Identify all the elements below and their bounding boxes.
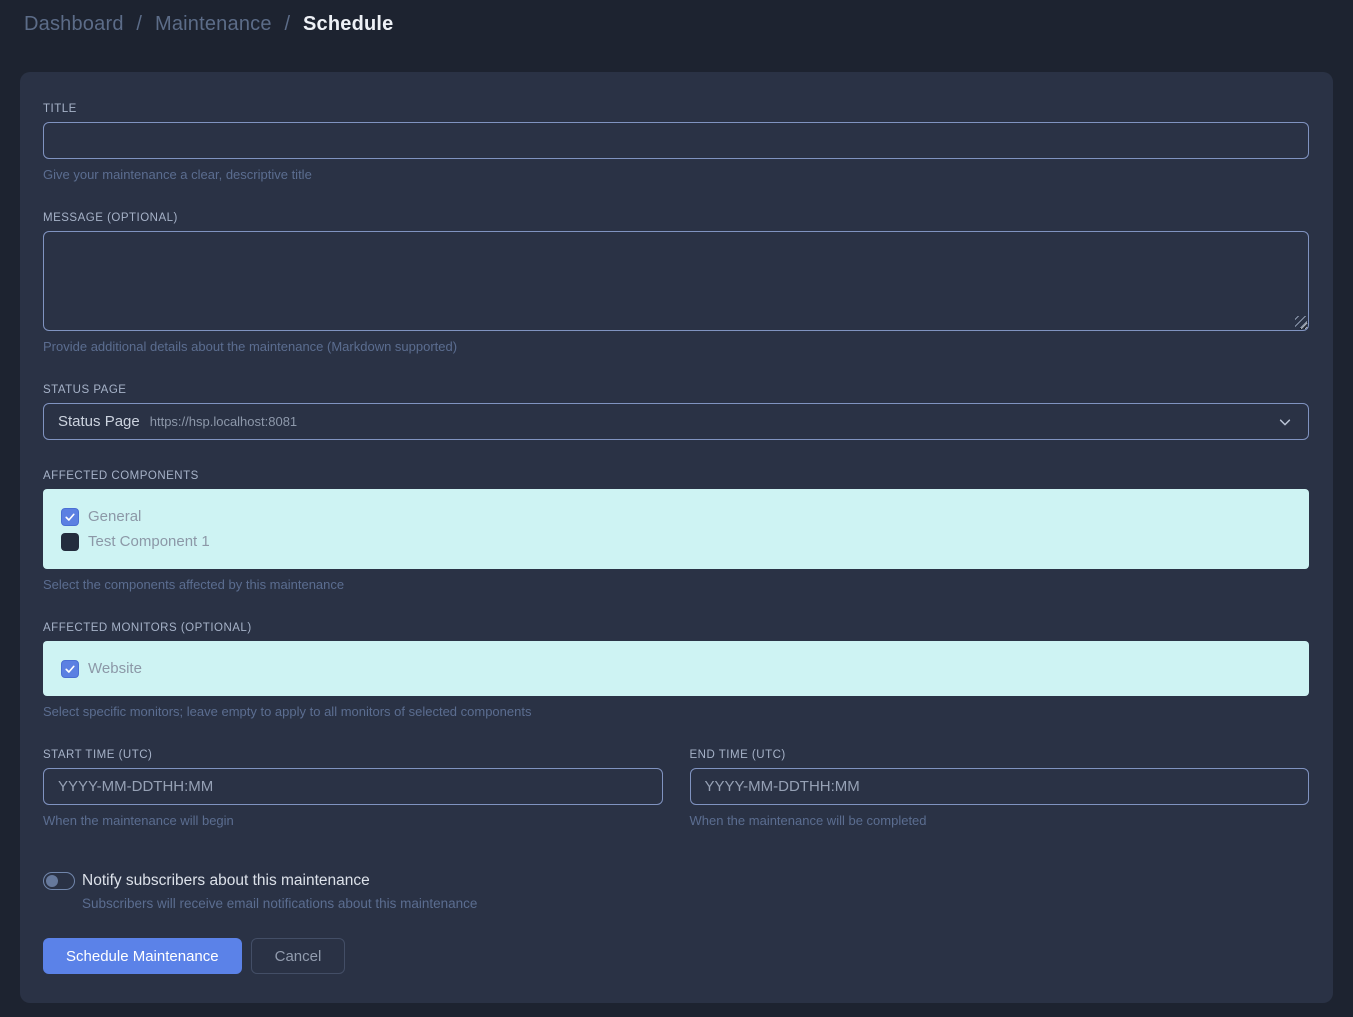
affected-components-group: AFFECTED COMPONENTS General Test Compone…: [43, 470, 1309, 592]
start-time-label: START TIME (UTC): [43, 749, 663, 761]
top-header: Dashboard / Maintenance / Schedule: [0, 0, 1353, 48]
breadcrumb-current-schedule: Schedule: [303, 13, 394, 35]
end-time-group: END TIME (UTC) When the maintenance will…: [690, 749, 1310, 828]
affected-monitors-group: AFFECTED MONITORS (OPTIONAL) Website Sel…: [43, 622, 1309, 719]
notify-subscribers-row: Notify subscribers about this maintenanc…: [43, 869, 1309, 911]
time-fields-row: START TIME (UTC) When the maintenance wi…: [43, 749, 1309, 828]
status-page-label: STATUS PAGE: [43, 384, 1309, 396]
status-page-field-group: STATUS PAGE Status Page https://hsp.loca…: [43, 384, 1309, 440]
check-icon: [64, 511, 76, 523]
cancel-button[interactable]: Cancel: [251, 938, 346, 974]
notify-subscribers-label: Notify subscribers about this maintenanc…: [82, 869, 477, 893]
check-icon: [64, 663, 76, 675]
status-page-selected-url: https://hsp.localhost:8081: [150, 414, 297, 429]
chevron-down-icon: [1278, 415, 1292, 429]
breadcrumb-dashboard[interactable]: Dashboard: [24, 13, 124, 35]
breadcrumb: Dashboard / Maintenance / Schedule: [24, 13, 394, 36]
monitor-row-website: Website: [61, 656, 1291, 681]
end-time-label: END TIME (UTC): [690, 749, 1310, 761]
message-helper-text: Provide additional details about the mai…: [43, 339, 1309, 354]
status-page-selected-name: Status Page: [58, 413, 140, 430]
title-input[interactable]: [43, 122, 1309, 159]
component-row-general: General: [61, 504, 1291, 529]
notify-subscribers-helper-text: Subscribers will receive email notificat…: [82, 896, 477, 911]
breadcrumb-separator: /: [136, 13, 142, 35]
start-time-helper-text: When the maintenance will begin: [43, 813, 663, 828]
monitor-checkbox-website[interactable]: [61, 660, 79, 678]
status-page-select[interactable]: Status Page https://hsp.localhost:8081: [43, 403, 1309, 440]
component-label-test-component-1: Test Component 1: [88, 533, 210, 550]
toggle-knob: [46, 875, 58, 887]
breadcrumb-separator: /: [284, 13, 290, 35]
breadcrumb-maintenance[interactable]: Maintenance: [155, 13, 272, 35]
schedule-maintenance-form-card: TITLE Give your maintenance a clear, des…: [20, 72, 1333, 1003]
message-field-group: MESSAGE (OPTIONAL) Provide additional de…: [43, 212, 1309, 354]
component-checkbox-test-component-1[interactable]: [61, 533, 79, 551]
start-time-input[interactable]: [43, 768, 663, 805]
title-label: TITLE: [43, 103, 1309, 115]
monitor-label-website: Website: [88, 660, 142, 677]
message-label: MESSAGE (OPTIONAL): [43, 212, 1309, 224]
affected-components-label: AFFECTED COMPONENTS: [43, 470, 1309, 482]
schedule-maintenance-button[interactable]: Schedule Maintenance: [43, 938, 242, 974]
notify-subscribers-toggle[interactable]: [43, 872, 75, 890]
affected-monitors-label: AFFECTED MONITORS (OPTIONAL): [43, 622, 1309, 634]
end-time-input[interactable]: [690, 768, 1310, 805]
monitors-panel: Website: [43, 641, 1309, 696]
title-field-group: TITLE Give your maintenance a clear, des…: [43, 103, 1309, 182]
component-checkbox-general[interactable]: [61, 508, 79, 526]
form-actions: Schedule Maintenance Cancel: [43, 938, 1309, 974]
message-textarea[interactable]: [43, 231, 1309, 331]
components-helper-text: Select the components affected by this m…: [43, 577, 1309, 592]
title-helper-text: Give your maintenance a clear, descripti…: [43, 167, 1309, 182]
component-row-test-component-1: Test Component 1: [61, 529, 1291, 554]
end-time-helper-text: When the maintenance will be completed: [690, 813, 1310, 828]
component-label-general: General: [88, 508, 141, 525]
start-time-group: START TIME (UTC) When the maintenance wi…: [43, 749, 663, 828]
monitors-helper-text: Select specific monitors; leave empty to…: [43, 704, 1309, 719]
components-panel: General Test Component 1: [43, 489, 1309, 569]
